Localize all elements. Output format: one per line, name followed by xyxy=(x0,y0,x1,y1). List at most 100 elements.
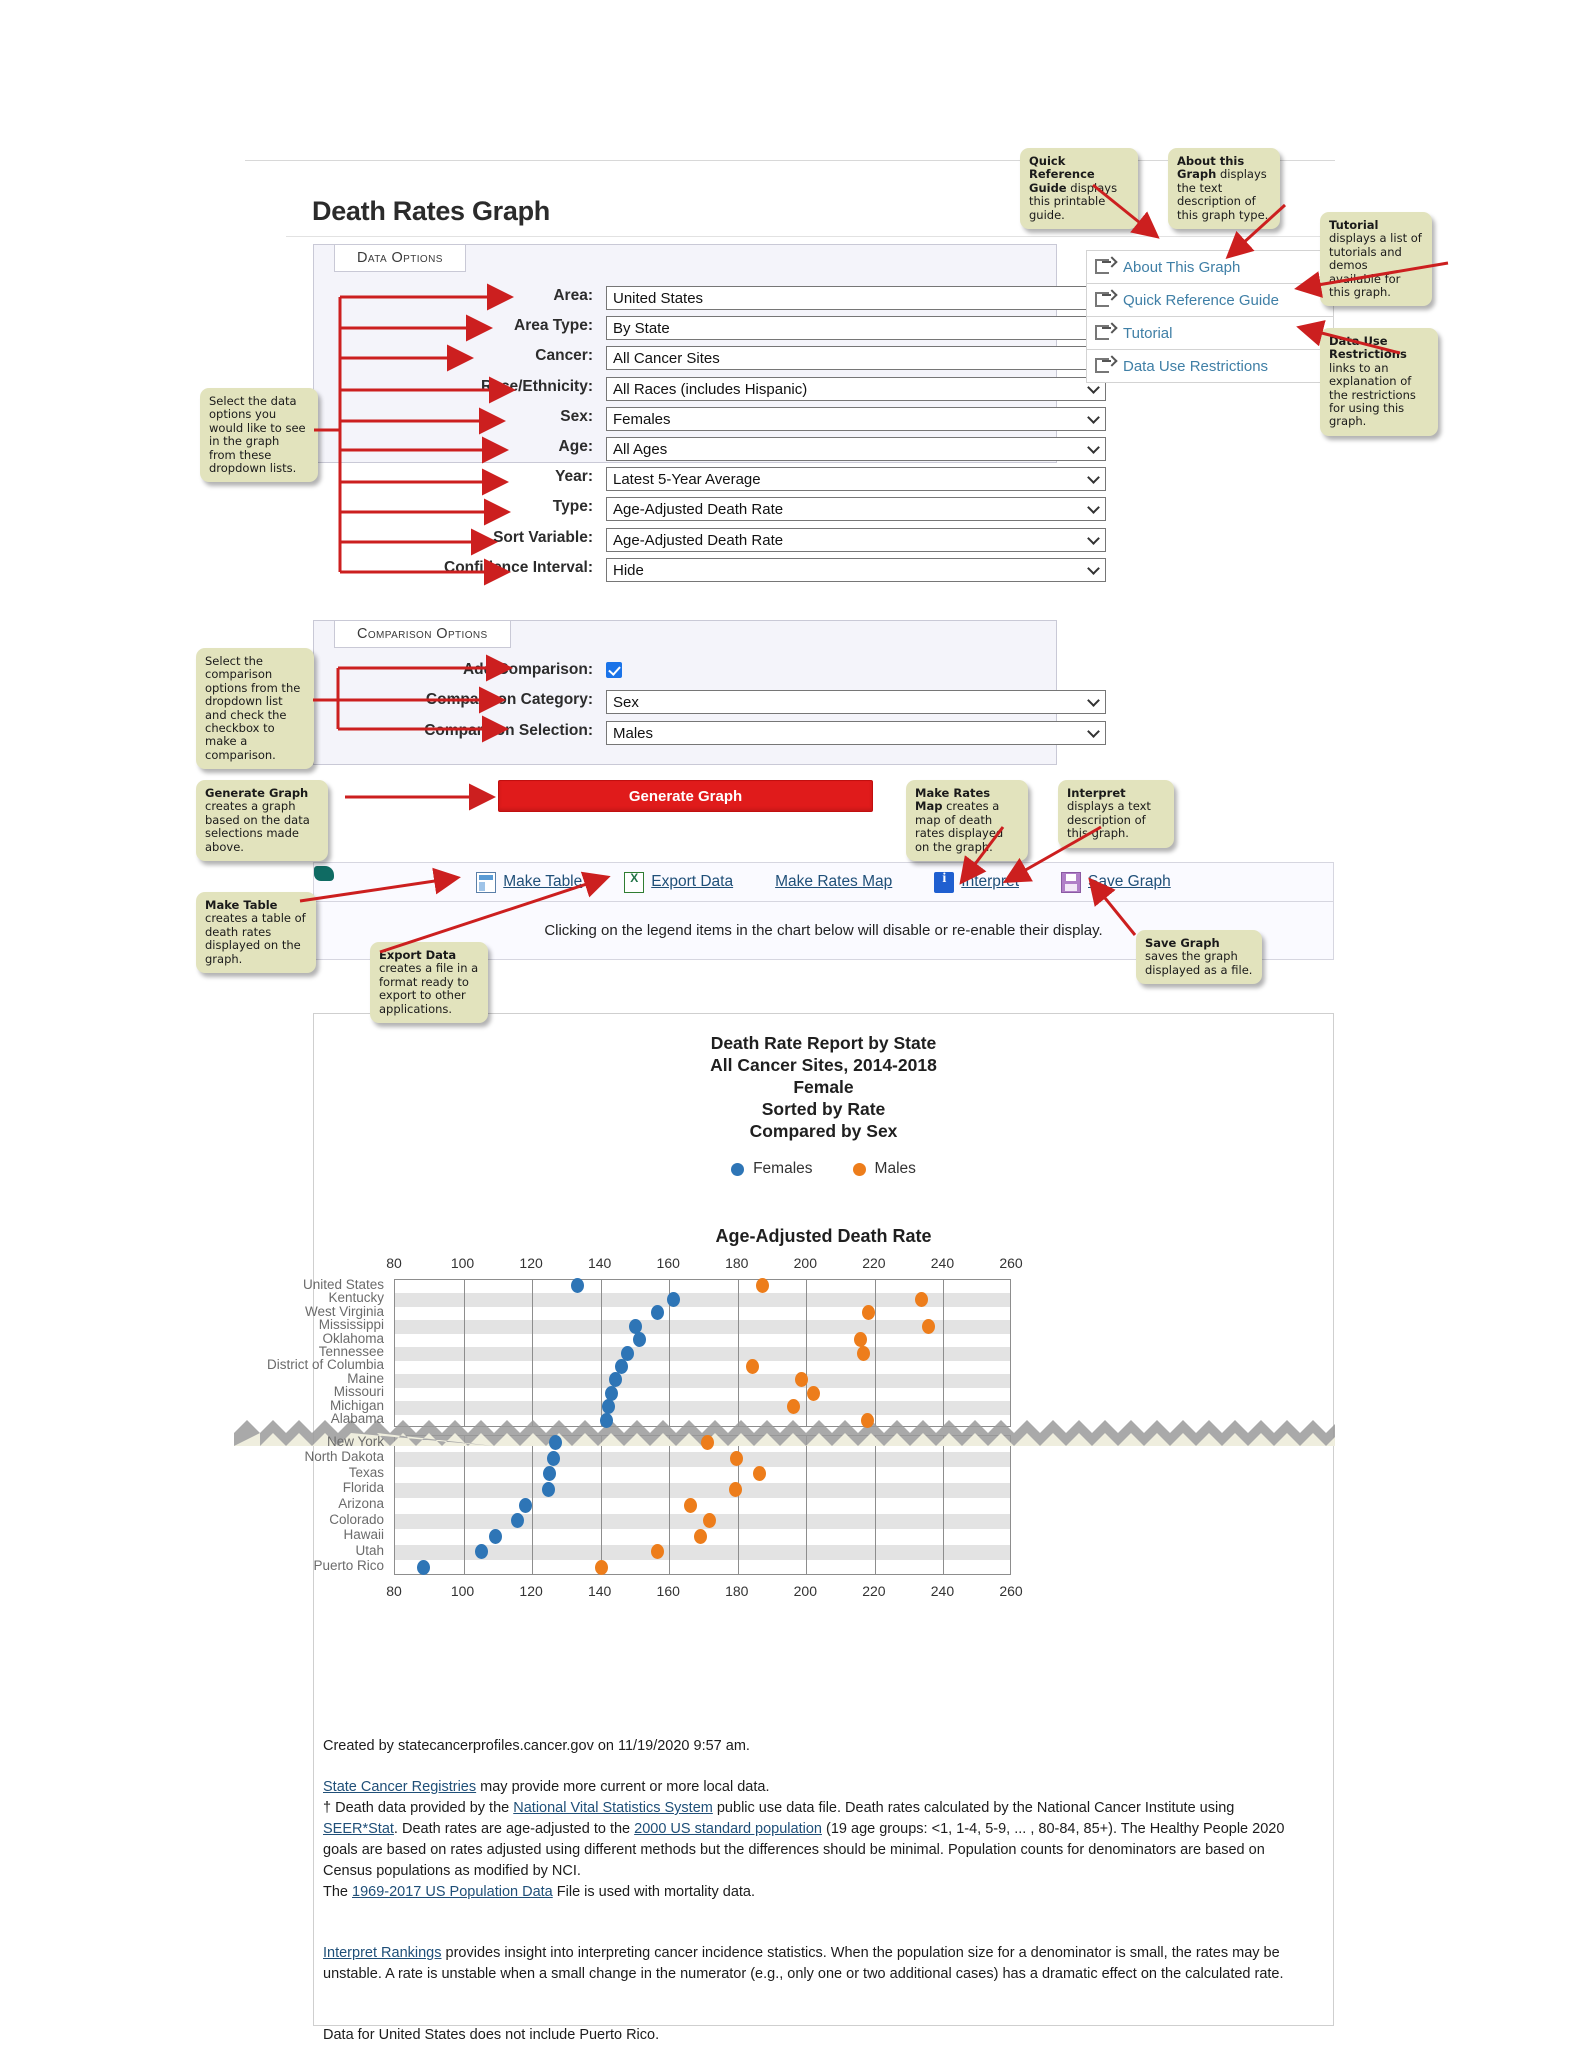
right-link-label: Data Use Restrictions xyxy=(1123,357,1269,375)
category-label: Hawaii xyxy=(343,1527,384,1543)
right-link-aboutthisgraph[interactable]: About This Graph xyxy=(1087,251,1333,284)
grid-line xyxy=(874,1280,876,1426)
comparison-option-row: Comparison Category: Sex xyxy=(313,690,1106,714)
field-label-age: Age: xyxy=(558,438,593,455)
x-tick-label: 220 xyxy=(862,1255,886,1271)
x-tick-label: 200 xyxy=(793,1583,817,1599)
interpret-rankings-link[interactable]: Interpret Rankings xyxy=(323,1945,441,1961)
chevron-down-icon xyxy=(1088,502,1099,513)
callout-text: Select the data options you would like t… xyxy=(209,394,306,476)
select-area[interactable]: United States xyxy=(606,286,1106,310)
action-label: Make Table xyxy=(503,873,583,890)
x-tick-label: 100 xyxy=(450,1583,475,1599)
select-sortvariable[interactable]: Age-Adjusted Death Rate xyxy=(606,527,1106,552)
add-comparison-checkbox[interactable] xyxy=(606,662,622,678)
data-point-females xyxy=(510,1513,524,1529)
page-title: Death Rates Graph xyxy=(312,196,550,226)
data-point-males xyxy=(860,1412,874,1428)
nvss-link[interactable]: National Vital Statistics System xyxy=(513,1800,713,1816)
callout-text: creates a table of death rates displayed… xyxy=(205,911,306,966)
x-tick-label: 160 xyxy=(656,1255,680,1271)
external-link-icon xyxy=(1091,256,1119,278)
action-maketable[interactable]: Make Table xyxy=(476,871,583,893)
select-cancer[interactable]: All Cancer Sites xyxy=(606,346,1106,371)
grid-line xyxy=(737,1280,739,1426)
x-tick-label: 240 xyxy=(930,1255,955,1271)
data-options-callout: Select the data options you would like t… xyxy=(200,388,318,483)
callout-term: Make Table xyxy=(205,898,278,912)
action-makeratesmap[interactable]: Make Rates Map xyxy=(314,866,892,891)
export-data-callout: Export Data creates a file in a format r… xyxy=(370,942,488,1024)
data-point-males xyxy=(702,1513,716,1529)
action-label: Save Graph xyxy=(1088,873,1171,890)
row-band xyxy=(395,1482,1010,1499)
select-sex[interactable]: Females xyxy=(606,406,1106,431)
chevron-down-icon xyxy=(1088,412,1099,423)
generate-graph-button[interactable]: Generate Graph xyxy=(498,780,873,812)
x-tick-label: 80 xyxy=(386,1583,402,1599)
callout-text: saves the graph displayed as a file. xyxy=(1145,949,1253,977)
about-this-graph-callout: About this Graph displays the text descr… xyxy=(1168,148,1280,230)
select-comparisonselection[interactable]: Males xyxy=(606,720,1106,745)
axis-break-zigzag xyxy=(234,1420,1335,1446)
footnote-dagger-mid1: public use data file. Death rates calcul… xyxy=(712,1800,1235,1816)
category-label: Alabama xyxy=(330,1411,384,1427)
data-option-row: Cancer: All Cancer Sites xyxy=(313,346,1106,371)
action-exportdata[interactable]: Export Data xyxy=(624,871,733,893)
select-type[interactable]: Age-Adjusted Death Rate xyxy=(606,497,1106,522)
chevron-down-icon xyxy=(1088,442,1099,453)
right-link-quickreferenceguide[interactable]: Quick Reference Guide xyxy=(1087,284,1333,317)
data-option-row: Sex: Females xyxy=(313,406,1106,431)
category-label: New York xyxy=(326,1433,384,1449)
x-tick-label: 160 xyxy=(656,1583,680,1599)
seerstat-link[interactable]: SEER*Stat xyxy=(323,1821,394,1837)
callout-term: Data Use Restrictions xyxy=(1329,334,1407,362)
footnote-registries-rest: may provide more current or more local d… xyxy=(476,1779,770,1795)
select-confidenceinterval[interactable]: Hide xyxy=(606,557,1106,582)
state-cancer-registries-link[interactable]: State Cancer Registries xyxy=(323,1779,476,1795)
data-option-row: Year: Latest 5-Year Average xyxy=(313,467,1106,492)
x-tick-label: 240 xyxy=(930,1583,955,1599)
footnote-interpret-rest: provides insight into interpreting cance… xyxy=(323,1945,1284,1982)
x-tick-label: 140 xyxy=(587,1583,612,1599)
select-age[interactable]: All Ages xyxy=(606,437,1106,461)
callout-text: displays a list of tutorials and demos a… xyxy=(1329,231,1422,300)
data-option-row: Confidence Interval: Hide xyxy=(313,557,1106,582)
row-band xyxy=(395,1374,1010,1388)
data-option-row: Age: All Ages xyxy=(313,437,1106,461)
x-tick-label: 140 xyxy=(587,1255,612,1271)
standard-population-link[interactable]: 2000 US standard population xyxy=(634,1821,822,1837)
add-comparison-label: Add Comparison: xyxy=(462,661,593,678)
chart-panel: Death Rate Report by State All Cancer Sit… xyxy=(234,1013,1335,2043)
external-link-icon xyxy=(1091,355,1119,377)
category-label: Arizona xyxy=(338,1496,384,1511)
callout-term: Interpret xyxy=(1067,786,1126,800)
grid-line xyxy=(874,1436,876,1574)
chevron-down-icon xyxy=(1088,472,1099,483)
field-label-sex: Sex: xyxy=(560,407,593,425)
select-year[interactable]: Latest 5-Year Average xyxy=(606,467,1106,492)
select-raceethnicity[interactable]: All Races (includes Hispanic) xyxy=(606,376,1106,401)
axis-break-indicator xyxy=(234,1420,1335,1446)
data-point-males xyxy=(684,1497,697,1513)
external-link-icon xyxy=(1091,322,1119,344)
footnote-created: Created by statecancerprofiles.cancer.go… xyxy=(323,1738,750,1754)
right-link-datauserestrictions[interactable]: Data Use Restrictions xyxy=(1087,350,1333,383)
data-option-row: Area Type: By State xyxy=(313,316,1106,341)
data-point-females xyxy=(570,1278,584,1294)
select-areatype[interactable]: By State xyxy=(606,316,1106,341)
action-savegraph[interactable]: Save Graph xyxy=(1061,871,1171,893)
x-tick-label: 80 xyxy=(386,1255,402,1271)
x-tick-label: 260 xyxy=(999,1255,1023,1271)
category-label: Puerto Rico xyxy=(313,1558,384,1574)
x-tick-label: 120 xyxy=(519,1255,543,1271)
action-interpret[interactable]: Interpret xyxy=(934,871,1020,893)
right-links-panel: About This Graph Quick Reference Guide Tut… xyxy=(1086,250,1334,383)
us-population-data-link[interactable]: 1969-2017 US Population Data xyxy=(352,1884,553,1900)
right-link-tutorial[interactable]: Tutorial xyxy=(1087,317,1333,350)
row-band xyxy=(395,1347,1010,1361)
grid-line xyxy=(532,1436,534,1574)
action-label: Interpret xyxy=(961,873,1020,890)
select-comparisoncategory[interactable]: Sex xyxy=(606,690,1106,714)
callout-term: Generate Graph xyxy=(205,786,309,800)
